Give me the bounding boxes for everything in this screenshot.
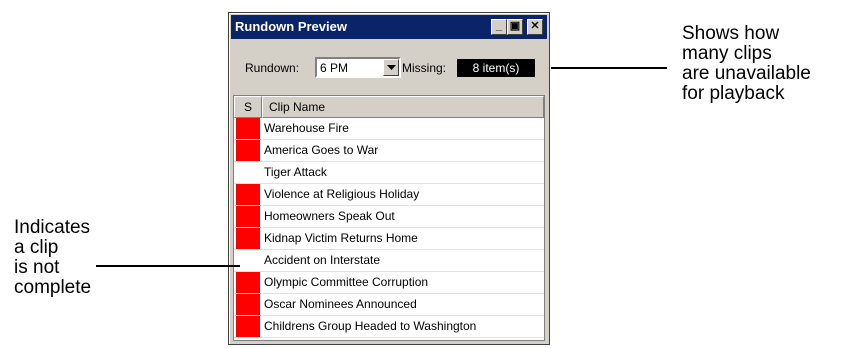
table-row[interactable]: America Goes to War (234, 140, 544, 162)
rundown-select-value: 6 PM (320, 61, 349, 75)
missing-status-indicator (236, 272, 260, 293)
missing-status-indicator (236, 184, 260, 205)
rundown-preview-window: Rundown Preview _ ▣ ✕ Rundown: 6 PM Miss… (228, 12, 550, 345)
rundown-label: Rundown: (245, 61, 300, 75)
available-status-indicator (236, 250, 260, 271)
maximize-button[interactable]: ▣ (507, 19, 523, 35)
rundown-select[interactable]: 6 PM (315, 57, 401, 78)
table-row[interactable]: Childrens Group Headed to Washington (234, 316, 544, 338)
table-row[interactable]: Accident on Interstate (234, 250, 544, 272)
available-status-indicator (236, 162, 260, 183)
clip-name: Childrens Group Headed to Washington (264, 319, 477, 333)
callout-incomplete-description: Indicates a clip is not complete (14, 217, 92, 298)
table-row[interactable]: Homeowners Speak Out (234, 206, 544, 228)
missing-status-indicator (236, 228, 260, 249)
clip-name: America Goes to War (264, 143, 379, 157)
clip-name: Violence at Religious Holiday (264, 187, 420, 201)
table-row[interactable]: Oscar Nominees Announced (234, 294, 544, 316)
title-bar[interactable]: Rundown Preview _ ▣ ✕ (231, 15, 547, 39)
missing-status-indicator (236, 206, 260, 227)
table-row[interactable]: Tiger Attack (234, 162, 544, 184)
missing-label: Missing: (402, 61, 447, 75)
window-title: Rundown Preview (235, 19, 347, 34)
missing-status-indicator (236, 294, 260, 315)
clip-name: Accident on Interstate (264, 253, 381, 267)
table-row[interactable]: Kidnap Victim Returns Home (234, 228, 544, 250)
callout-line-left (96, 265, 240, 267)
clip-name: Olympic Committee Corruption (264, 275, 429, 289)
clip-name: Homeowners Speak Out (264, 209, 395, 223)
column-header-clip-name[interactable]: Clip Name (262, 96, 544, 118)
minimize-button[interactable]: _ (491, 19, 507, 35)
list-header: S Clip Name (234, 96, 544, 118)
missing-status-indicator (236, 316, 260, 337)
column-header-status[interactable]: S (234, 96, 262, 118)
table-row[interactable]: Warehouse Fire (234, 118, 544, 140)
missing-status-indicator (236, 118, 260, 139)
close-button[interactable]: ✕ (527, 19, 543, 35)
callout-missing-description: Shows how many clips are unavailable for… (682, 23, 811, 104)
callout-line-right (551, 67, 667, 69)
clip-name: Oscar Nominees Announced (264, 297, 417, 311)
clip-name: Kidnap Victim Returns Home (264, 231, 418, 245)
dropdown-arrow-button[interactable] (383, 59, 399, 76)
clip-list[interactable]: S Clip Name Warehouse Fire America Goes t… (233, 95, 545, 341)
chevron-down-icon (387, 65, 396, 70)
table-row[interactable]: Olympic Committee Corruption (234, 272, 544, 294)
clip-name: Warehouse Fire (264, 121, 349, 135)
missing-status-indicator (236, 140, 260, 161)
missing-count: 8 item(s) (457, 59, 535, 77)
table-row[interactable]: Violence at Religious Holiday (234, 184, 544, 206)
clip-name: Tiger Attack (264, 165, 327, 179)
